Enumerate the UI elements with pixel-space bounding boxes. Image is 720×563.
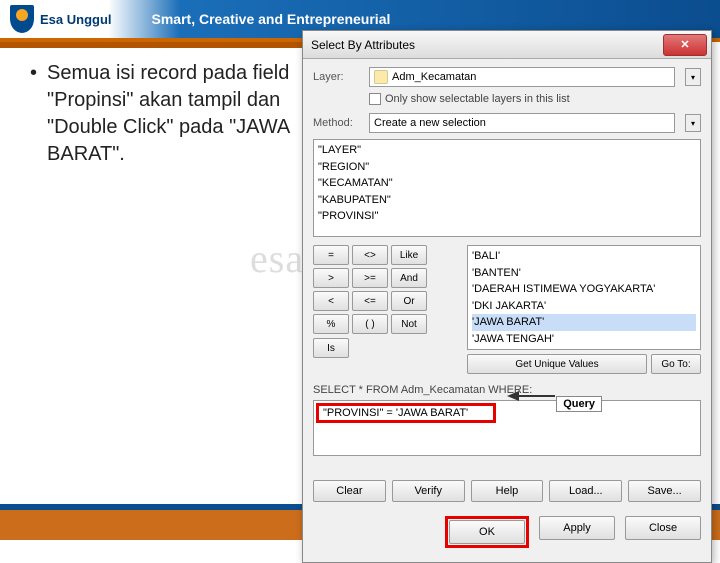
get-unique-values-button[interactable]: Get Unique Values [467,354,647,374]
slide-content: • Semua isi record pada field "Propinsi"… [30,60,310,168]
close-icon: ✕ [680,38,689,51]
layer-icon [374,70,388,84]
layer-dropdown-arrow[interactable]: ▾ [685,68,701,86]
query-callout-label: Query [556,396,602,412]
logo-text: Esa Unggul [40,13,112,26]
slogan: Smart, Creative and Entrepreneurial [152,11,391,27]
values-list[interactable]: 'BALI' 'BANTEN' 'DAERAH ISTIMEWA YOGYAKA… [467,245,701,350]
clear-button[interactable]: Clear [313,480,386,502]
select-by-attributes-dialog: Select By Attributes ✕ Layer: Adm_Kecama… [302,30,712,563]
op-le[interactable]: <= [352,291,388,311]
bullet-icon: • [30,60,37,168]
method-select[interactable]: Create a new selection [369,113,675,133]
field-item[interactable]: "LAYER" [318,142,696,159]
op-pct[interactable]: % [313,314,349,334]
field-item[interactable]: "KABUPATEN" [318,192,696,209]
value-item[interactable]: 'BALI' [472,248,696,265]
op-ne[interactable]: <> [352,245,388,265]
dialog-title: Select By Attributes [311,38,415,52]
ok-highlight: OK [445,516,529,548]
value-item[interactable]: 'DKI JAKARTA' [472,298,696,315]
op-paren[interactable]: ( ) [352,314,388,334]
only-selectable-checkbox[interactable] [369,93,381,105]
layer-label: Layer: [313,71,363,83]
only-selectable-label: Only show selectable layers in this list [385,93,570,105]
load-button[interactable]: Load... [549,480,622,502]
value-item[interactable]: 'JAWA TENGAH' [472,331,696,348]
method-dropdown-arrow[interactable]: ▾ [685,114,701,132]
titlebar[interactable]: Select By Attributes ✕ [303,31,711,59]
save-button[interactable]: Save... [628,480,701,502]
field-list[interactable]: "LAYER" "REGION" "KECAMATAN" "KABUPATEN"… [313,139,701,237]
op-not[interactable]: Not [391,314,427,334]
close-button-bottom[interactable]: Close [625,516,701,540]
operator-grid: = <> Like > >= And < <= Or % ( ) Not [313,245,427,334]
value-item[interactable]: 'BANTEN' [472,265,696,282]
op-eq[interactable]: = [313,245,349,265]
query-arrow-icon [507,386,557,406]
field-item[interactable]: "PROVINSI" [318,208,696,225]
layer-value: Adm_Kecamatan [392,71,476,83]
query-highlight: "PROVINSI" = 'JAWA BARAT' [316,403,496,423]
close-button[interactable]: ✕ [663,34,707,56]
logo: Esa Unggul [0,5,112,33]
op-lt[interactable]: < [313,291,349,311]
verify-button[interactable]: Verify [392,480,465,502]
bullet-text: Semua isi record pada field "Propinsi" a… [47,60,310,168]
value-item[interactable]: 'DAERAH ISTIMEWA YOGYAKARTA' [472,281,696,298]
op-and[interactable]: And [391,268,427,288]
ok-button[interactable]: OK [449,520,525,544]
value-item-selected[interactable]: 'JAWA BARAT' [472,314,696,331]
logo-shield-icon [10,5,34,33]
layer-select[interactable]: Adm_Kecamatan [369,67,675,87]
method-label: Method: [313,117,363,129]
op-gt[interactable]: > [313,268,349,288]
op-ge[interactable]: >= [352,268,388,288]
field-item[interactable]: "KECAMATAN" [318,175,696,192]
goto-button[interactable]: Go To: [651,354,701,374]
query-textarea[interactable]: "PROVINSI" = 'JAWA BARAT' [313,400,701,456]
method-value: Create a new selection [374,117,486,129]
apply-button[interactable]: Apply [539,516,615,540]
query-expression: "PROVINSI" = 'JAWA BARAT' [323,407,468,419]
help-button[interactable]: Help [471,480,544,502]
op-is[interactable]: Is [313,338,349,358]
field-item[interactable]: "REGION" [318,159,696,176]
op-like[interactable]: Like [391,245,427,265]
op-or[interactable]: Or [391,291,427,311]
